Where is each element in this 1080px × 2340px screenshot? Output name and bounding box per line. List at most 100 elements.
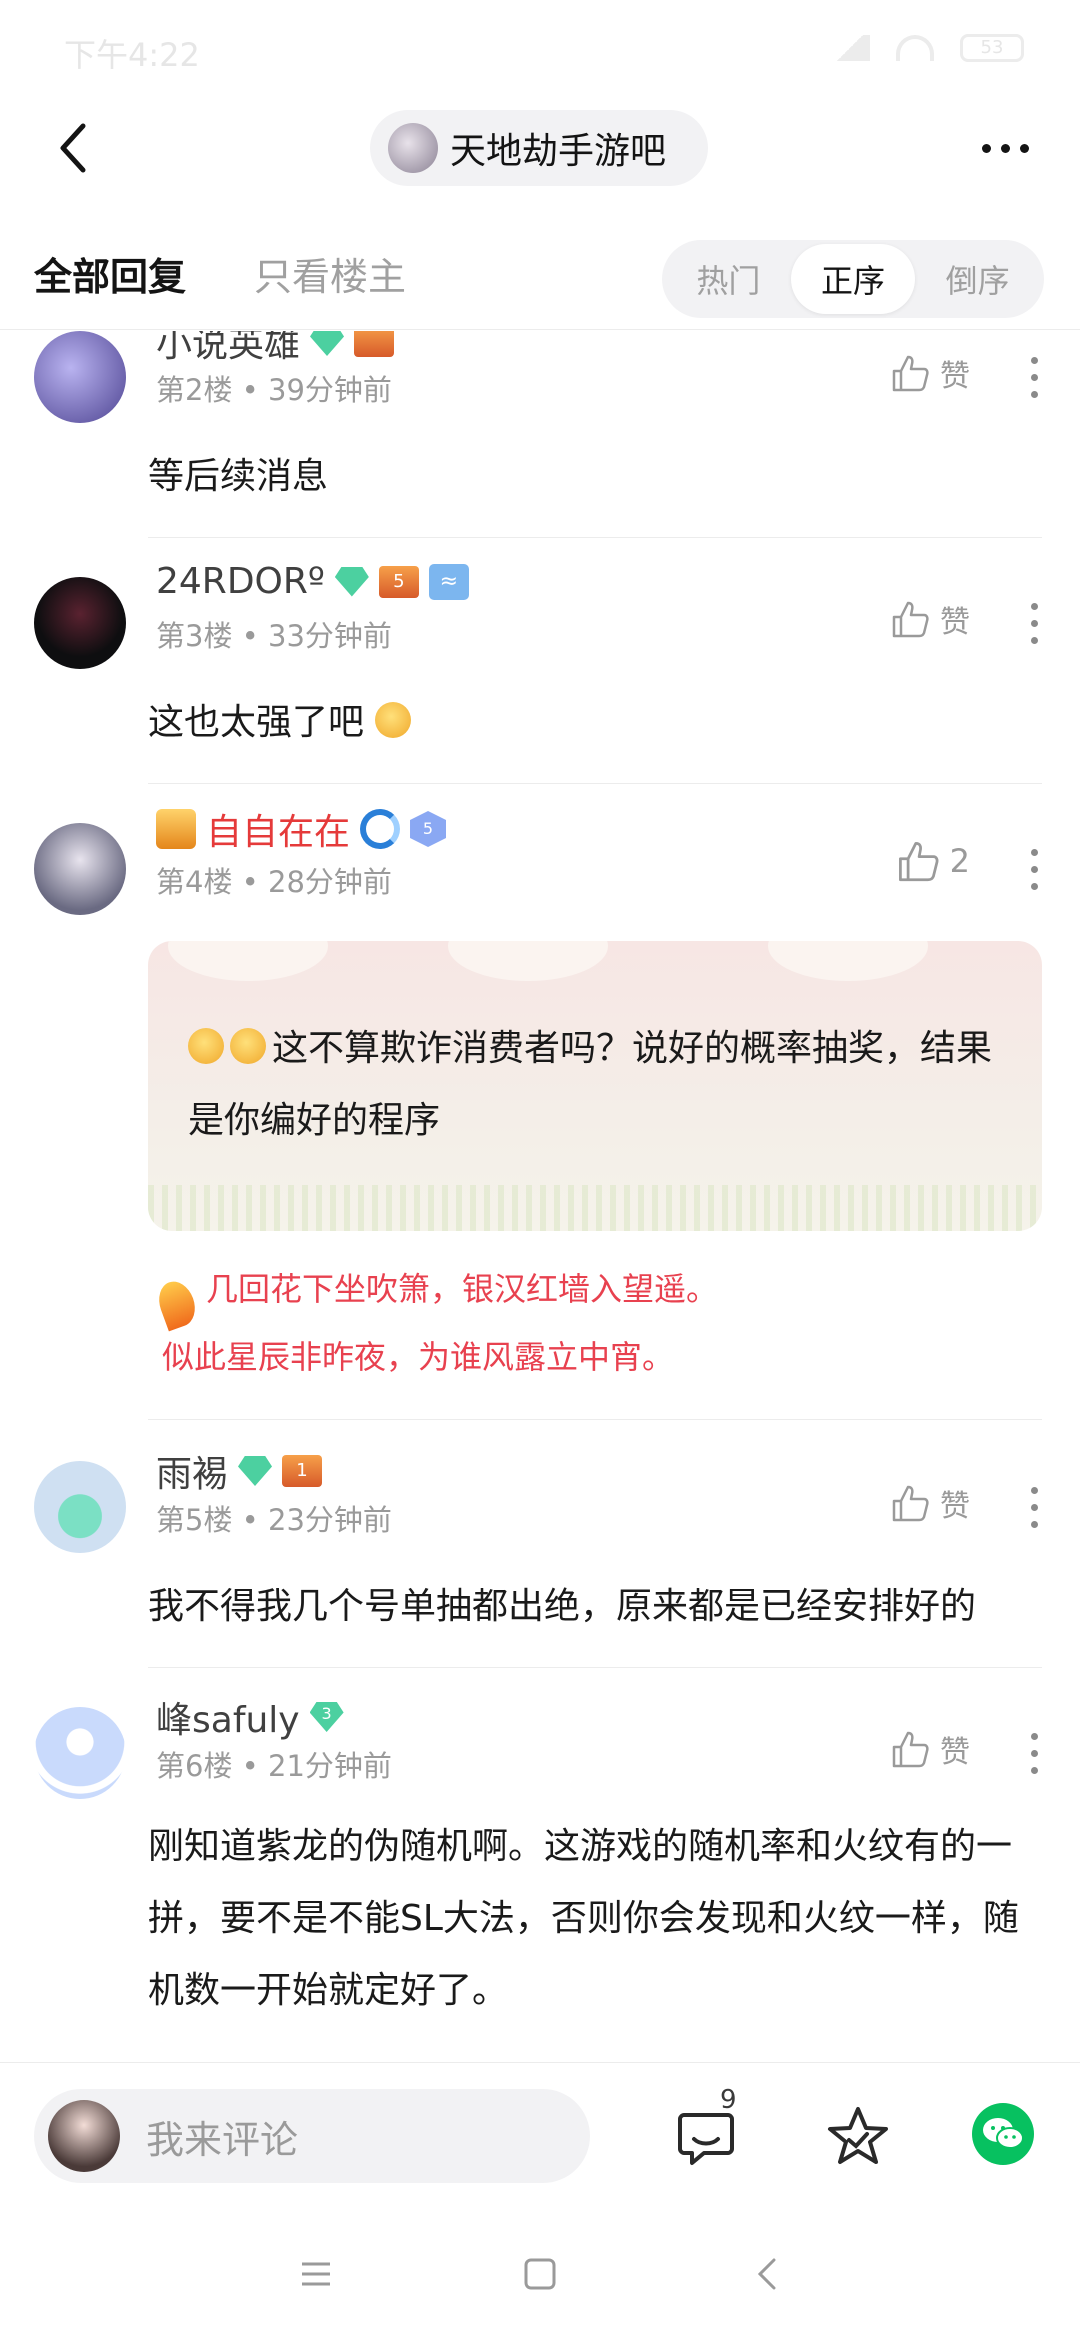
star-icon <box>828 2107 888 2164</box>
level-badge-icon: 5 <box>378 565 419 598</box>
thumbs-up-icon <box>892 1485 929 1522</box>
username[interactable]: 峰safuly 3 <box>156 1691 344 1743</box>
signature-line: 几回花下坐吹箫，银汉红墙入望遥。 <box>206 1270 719 1308</box>
favorite-button[interactable] <box>818 2097 898 2177</box>
swirl-badge-icon <box>360 809 401 849</box>
status-icons: 53 <box>830 34 1024 62</box>
divider <box>148 537 1042 538</box>
reply-content: 这也太强了吧 <box>148 687 1040 759</box>
reply-meta: 第5楼 • 23分钟前 <box>156 1503 392 1537</box>
reply-content: 我不得我几个号单抽都出绝，原来都是已经安排好的 <box>148 1586 977 1627</box>
zodiac-badge-icon: ≈ <box>428 563 469 600</box>
level-hex-icon: 5 <box>410 811 447 847</box>
more-horizontal-icon <box>981 143 991 153</box>
comment-input[interactable]: 我来评论 <box>34 2089 590 2183</box>
angry-emoji-icon <box>188 1028 224 1064</box>
avatar[interactable] <box>34 331 126 423</box>
reply-time: 28分钟前 <box>268 865 392 899</box>
thumbs-up-icon <box>892 1731 929 1768</box>
home-icon[interactable] <box>520 2254 560 2294</box>
floor-number: 第3楼 <box>156 619 233 653</box>
forum-avatar <box>388 123 438 173</box>
more-vertical-icon <box>1030 849 1038 856</box>
back-button[interactable] <box>40 116 104 180</box>
avatar[interactable] <box>34 823 126 915</box>
reply-text: 这也太强了吧 <box>148 702 365 743</box>
angry-emoji-icon <box>230 1028 266 1064</box>
reply-meta: 第4楼 • 28分钟前 <box>156 865 392 899</box>
reply-list[interactable]: 小说英雄 第2楼 • 39分钟前 赞 等后续消息 24RDORº 5 ≈ 第3楼… <box>0 331 1080 2061</box>
forum-name: 天地劫手游吧 <box>450 131 667 172</box>
avatar[interactable] <box>34 1707 126 1799</box>
reply-more-button[interactable] <box>1028 1733 1040 1774</box>
like-button[interactable]: 2 <box>896 839 970 883</box>
menu-icon[interactable] <box>296 2254 336 2294</box>
reply-more-button[interactable] <box>1028 849 1040 890</box>
sort-descending[interactable]: 倒序 <box>915 244 1040 314</box>
chevron-left-icon <box>60 123 86 173</box>
status-bar: 下午4:22 53 <box>0 0 1080 96</box>
username[interactable]: 小说英雄 <box>156 331 395 367</box>
like-label: 赞 <box>940 605 970 640</box>
reply-meta: 第6楼 • 21分钟前 <box>156 1749 392 1783</box>
like-button[interactable]: 赞 <box>890 351 970 395</box>
tab-all-replies[interactable]: 全部回复 <box>34 246 186 301</box>
reply-content: 这不算欺诈消费者吗？说好的概率抽奖，结果是你编好的程序 <box>188 1013 1002 1157</box>
status-time: 下午4:22 <box>64 36 200 74</box>
avatar[interactable] <box>34 577 126 669</box>
like-label: 赞 <box>940 1735 970 1770</box>
divider <box>148 783 1042 784</box>
username[interactable]: 雨裼 1 <box>156 1445 323 1497</box>
back-icon[interactable] <box>748 2254 788 2294</box>
reply-time: 23分钟前 <box>268 1503 392 1537</box>
reply-more-button[interactable] <box>1028 603 1040 644</box>
cloud-decoration <box>768 941 928 981</box>
username-text: 峰safuly <box>156 1700 300 1741</box>
more-vertical-icon <box>1030 1487 1038 1494</box>
more-vertical-icon <box>1030 1733 1038 1740</box>
reply-more-button[interactable] <box>1028 357 1040 398</box>
username[interactable]: 24RDORº 5 ≈ <box>156 561 469 602</box>
sort-hot[interactable]: 热门 <box>666 244 791 314</box>
username-text: 24RDORº <box>156 561 325 602</box>
tab-owner-only[interactable]: 只看楼主 <box>254 246 406 301</box>
member-gem-icon <box>238 1456 273 1486</box>
share-wechat-button[interactable] <box>972 2103 1034 2165</box>
divider <box>148 1667 1042 1668</box>
wifi-icon <box>896 35 934 61</box>
more-options-button[interactable] <box>970 120 1040 176</box>
like-button[interactable]: 赞 <box>890 1727 970 1771</box>
thumbs-up-icon <box>892 601 929 638</box>
like-button[interactable]: 赞 <box>890 597 970 641</box>
username-text: 自自在在 <box>206 812 351 853</box>
reply-tabs: 全部回复 只看楼主 热门 正序 倒序 <box>0 230 1080 330</box>
sort-ascending[interactable]: 正序 <box>790 244 916 314</box>
forum-link[interactable]: 天地劫手游吧 <box>370 110 708 186</box>
astonished-emoji-icon <box>375 702 412 738</box>
like-label: 赞 <box>940 359 970 394</box>
more-vertical-icon <box>1030 603 1038 610</box>
more-vertical-icon <box>1030 357 1038 364</box>
vip-crown-icon <box>156 809 196 849</box>
reply-more-button[interactable] <box>1028 1487 1040 1528</box>
comment-bar: 我来评论 9 <box>0 2062 1080 2208</box>
username[interactable]: 自自在在 5 <box>156 803 447 855</box>
avatar[interactable] <box>34 1461 126 1553</box>
comment-placeholder: 我来评论 <box>146 2117 299 2162</box>
wechat-icon <box>983 2118 1024 2149</box>
floor-number: 第2楼 <box>156 373 233 407</box>
member-gem-icon <box>310 331 345 356</box>
battery-icon: 53 <box>960 34 1024 62</box>
cloud-decoration <box>448 941 608 981</box>
sort-segmented-control: 热门 正序 倒序 <box>662 240 1044 318</box>
reply-text: 这不算欺诈消费者吗？说好的概率抽奖，结果是你编好的程序 <box>188 1028 993 1141</box>
like-button[interactable]: 赞 <box>890 1481 970 1525</box>
username-text: 小说英雄 <box>156 331 301 365</box>
grass-decoration <box>148 1185 1042 1231</box>
floor-number: 第5楼 <box>156 1503 233 1537</box>
reply-content: 等后续消息 <box>148 456 329 497</box>
reply-time: 33分钟前 <box>268 619 392 653</box>
my-avatar <box>48 2100 120 2172</box>
like-label: 赞 <box>940 1489 970 1524</box>
cloud-decoration <box>168 941 328 981</box>
